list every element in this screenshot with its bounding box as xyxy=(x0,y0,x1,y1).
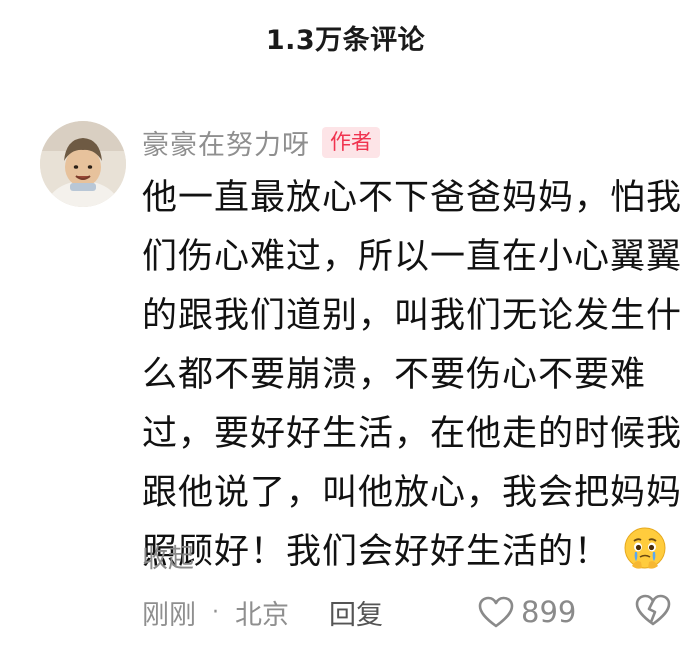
comment-meta-row: 刚刚 · 北京 回复 899 xyxy=(142,590,672,634)
comment-line: 么都不要崩溃，不要伤心不要难 xyxy=(142,355,647,395)
meta-separator: · xyxy=(212,599,219,625)
comment-line: 跟他说了，叫他放心，我会把妈妈 xyxy=(142,473,683,513)
author-row: 豪豪在努力呀 作者 xyxy=(142,122,380,162)
comment-line-text: 照顾好！我们会好好生活的！ xyxy=(142,532,611,572)
comment-line: 他一直最放心不下爸爸妈妈，怕我 xyxy=(142,178,683,218)
author-name[interactable]: 豪豪在努力呀 xyxy=(142,123,310,162)
reply-button[interactable]: 回复 xyxy=(329,593,383,632)
comment-line: 们伤心难过，所以一直在小心翼翼 xyxy=(142,237,683,277)
comment-line-last: 照顾好！我们会好好生活的！ xyxy=(142,523,672,582)
like-button[interactable]: 899 xyxy=(477,590,576,634)
heart-outline-icon xyxy=(478,596,514,628)
comment-text: 他一直最放心不下爸爸妈妈，怕我 们伤心难过，所以一直在小心翼翼 的跟我们道别，叫… xyxy=(142,169,683,582)
avatar[interactable] xyxy=(40,121,126,207)
comment-location: 北京 xyxy=(235,599,289,631)
collapse-button[interactable]: 收起 xyxy=(142,538,194,575)
dislike-button[interactable] xyxy=(634,592,672,635)
comment-item: 豪豪在努力呀 作者 他一直最放心不下爸爸妈妈，怕我 们伤心难过，所以一直在小心翼… xyxy=(0,0,691,653)
crying-face-emoji-icon xyxy=(624,527,666,569)
broken-heart-icon xyxy=(635,594,671,626)
comment-time: 刚刚 xyxy=(142,599,196,631)
like-count: 899 xyxy=(521,595,577,629)
avatar-image xyxy=(40,121,126,207)
author-badge: 作者 xyxy=(322,126,380,158)
comment-line: 过，要好好生活，在他走的时候我 xyxy=(142,414,683,454)
comment-line: 的跟我们道别，叫我们无论发生什 xyxy=(142,296,683,336)
